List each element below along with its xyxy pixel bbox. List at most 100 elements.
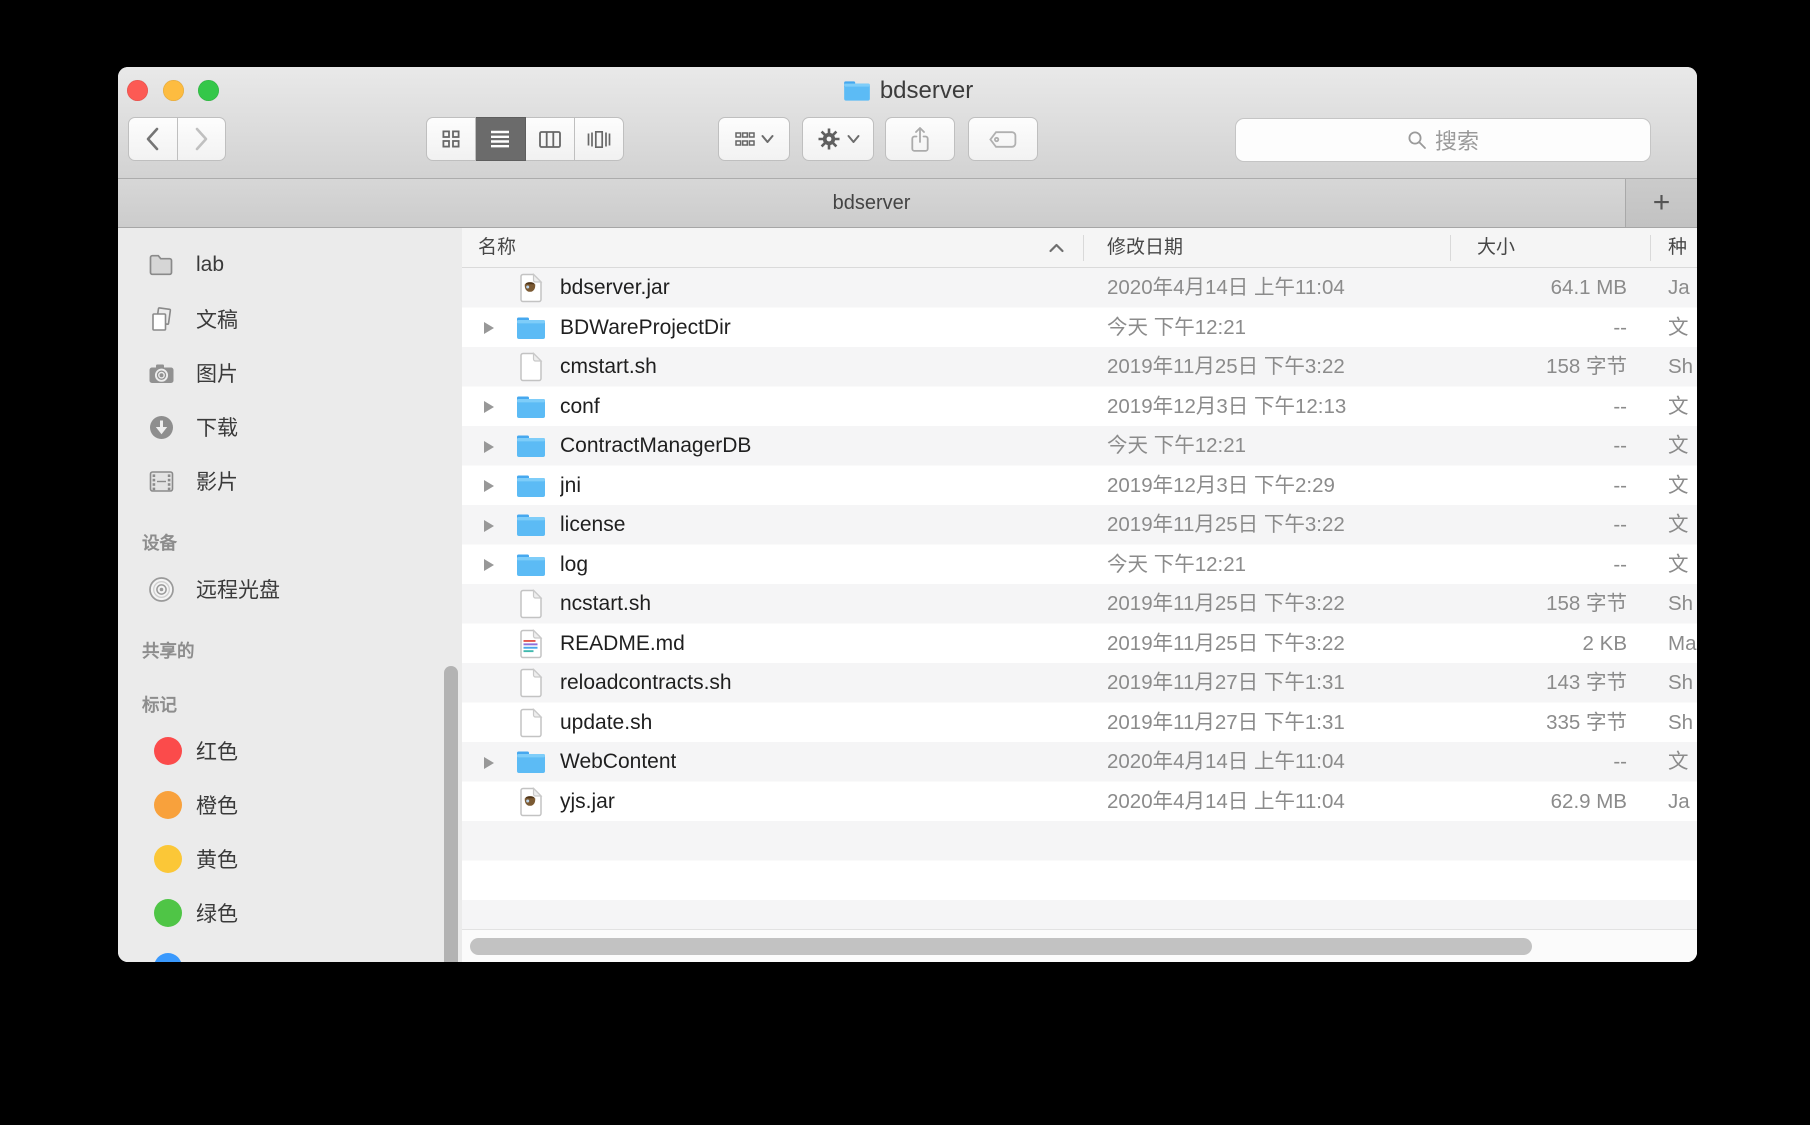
disclosure-triangle-icon[interactable] [484,401,494,413]
file-rows: bdserver.jar 2020年4月14日 上午11:04 64.1 MB … [462,268,1697,929]
file-date-modified: 2019年11月25日 下午3:22 [1107,505,1345,545]
navigation-buttons [128,117,226,161]
pictures-icon [148,360,175,387]
sidebar-label: 图片 [118,358,238,388]
close-button[interactable] [127,80,148,101]
file-size: 158 字节 [1407,347,1627,387]
tab-bdserver[interactable]: bdserver [118,179,1625,227]
file-row[interactable]: BDWareProjectDir 今天 下午12:21 -- 文 [462,308,1697,348]
sidebar-row[interactable]: lab [118,238,462,292]
sidebar-row[interactable]: 橙色 [118,778,462,832]
file-row[interactable]: cmstart.sh 2019年11月25日 下午3:22 158 字节 Sh [462,347,1697,387]
file-row[interactable]: README.md 2019年11月25日 下午3:22 2 KB Ma [462,624,1697,664]
list-view-button[interactable] [476,117,525,161]
file-kind: Ja [1668,782,1697,822]
file-row[interactable]: jni 2019年12月3日 下午2:29 -- 文 [462,466,1697,506]
column-divider[interactable] [1650,235,1651,261]
file-kind: Sh [1668,663,1697,703]
search-placeholder: 搜索 [1435,124,1479,156]
file-row[interactable]: reloadcontracts.sh 2019年11月27日 下午1:31 14… [462,663,1697,703]
tab-label: bdserver [833,192,911,215]
column-header-name[interactable]: 名称 [478,228,516,268]
sidebar-row[interactable]: 标记 [118,684,462,724]
new-tab-button[interactable]: + [1625,179,1697,227]
file-name: ncstart.sh [560,584,651,624]
doc-icon [516,589,546,619]
column-header-date-modified[interactable]: 修改日期 [1107,228,1183,268]
disclosure-triangle-icon[interactable] [484,559,494,571]
sidebar-row[interactable]: 设备 [118,522,462,562]
sidebar-row[interactable]: 共享的 [118,630,462,670]
chevron-right-icon [191,126,211,152]
share-button[interactable] [885,117,955,161]
coverflow-view-button[interactable] [575,117,624,161]
zoom-button[interactable] [198,80,219,101]
sidebar-row[interactable]: 图片 [118,346,462,400]
column-view-button[interactable] [526,117,575,161]
disclosure-triangle-icon[interactable] [484,480,494,492]
sidebar-label: 文稿 [118,304,238,334]
file-row[interactable]: yjs.jar 2020年4月14日 上午11:04 62.9 MB Ja [462,782,1697,822]
column-divider[interactable] [1450,235,1451,261]
tag-button[interactable] [968,117,1038,161]
view-mode-switcher [426,117,624,161]
sidebar-row[interactable]: 远程光盘 [118,562,462,616]
file-date-modified: 2019年11月25日 下午3:22 [1107,624,1345,664]
file-row[interactable]: update.sh 2019年11月27日 下午1:31 335 字节 Sh [462,703,1697,743]
file-name: README.md [560,624,685,664]
file-size: 2 KB [1407,624,1627,664]
sidebar-row[interactable]: 黄色 [118,832,462,886]
file-date-modified: 2020年4月14日 上午11:04 [1107,782,1345,822]
file-name: bdserver.jar [560,268,670,308]
file-row[interactable]: conf 2019年12月3日 下午12:13 -- 文 [462,387,1697,427]
disclosure-triangle-icon[interactable] [484,520,494,532]
movies-icon [148,468,175,495]
disclosure-triangle-icon[interactable] [484,757,494,769]
sidebar-row[interactable]: 影片 [118,454,462,508]
icon-view-button[interactable] [426,117,476,161]
chevron-down-icon [847,134,860,144]
file-date-modified: 2019年11月27日 下午1:31 [1107,663,1345,703]
file-row[interactable]: bdserver.jar 2020年4月14日 上午11:04 64.1 MB … [462,268,1697,308]
search-input[interactable]: 搜索 [1235,118,1651,162]
gear-icon [817,127,841,151]
titlebar[interactable]: bdserver 搜索 [118,67,1697,179]
action-menu-button[interactable] [802,117,874,161]
forward-button[interactable] [178,117,227,161]
sidebar-row[interactable]: 文稿 [118,292,462,346]
file-row[interactable]: WebContent 2020年4月14日 上午11:04 -- 文 [462,742,1697,782]
tag-color-dot [154,737,182,765]
file-size: -- [1407,308,1627,348]
file-row[interactable]: log 今天 下午12:21 -- 文 [462,545,1697,585]
file-size: -- [1407,466,1627,506]
minimize-button[interactable] [163,80,184,101]
column-header-size[interactable]: 大小 [1477,228,1515,268]
chevron-left-icon [143,126,163,152]
sidebar-row[interactable]: 红色 [118,724,462,778]
horizontal-scrollbar-track[interactable] [462,929,1697,962]
tag-color-dot [154,953,182,962]
file-date-modified: 2019年11月25日 下午3:22 [1107,584,1345,624]
sidebar-row[interactable] [118,940,462,962]
file-kind: 文 [1668,426,1697,466]
back-button[interactable] [128,117,178,161]
file-row[interactable]: ContractManagerDB 今天 下午12:21 -- 文 [462,426,1697,466]
sidebar-row[interactable]: 绿色 [118,886,462,940]
file-row[interactable]: license 2019年11月25日 下午3:22 -- 文 [462,505,1697,545]
sidebar-label: 下载 [118,412,238,442]
disclosure-triangle-icon[interactable] [484,322,494,334]
column-divider[interactable] [1083,235,1084,261]
file-row[interactable]: ncstart.sh 2019年11月25日 下午3:22 158 字节 Sh [462,584,1697,624]
sidebar-row[interactable]: 下载 [118,400,462,454]
file-date-modified: 2020年4月14日 上午11:04 [1107,742,1345,782]
column-header-kind[interactable]: 种 [1668,228,1687,268]
arrange-button[interactable] [718,117,790,161]
file-name: log [560,545,588,585]
file-date-modified: 今天 下午12:21 [1107,426,1246,466]
horizontal-scrollbar-thumb[interactable] [470,938,1532,955]
disclosure-triangle-icon[interactable] [484,441,494,453]
chevron-down-icon [761,134,774,144]
sidebar-vertical-scrollbar[interactable] [444,666,458,962]
folder-icon [516,313,546,343]
search-icon [1407,130,1427,150]
